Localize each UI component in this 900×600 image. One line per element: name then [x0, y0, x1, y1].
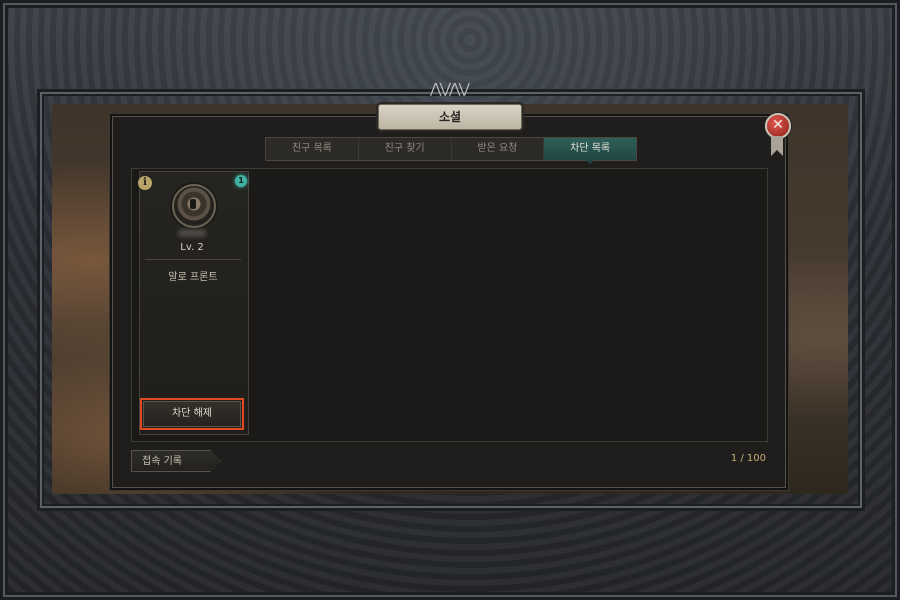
block-list-area: [250, 170, 765, 438]
user-location: 말로 프론트: [168, 272, 218, 283]
close-button[interactable]: ✕: [765, 113, 791, 139]
block-count: 1 / 100: [730, 453, 766, 464]
tab-bar: 친구 목록 친구 찾기 받은 요청 차단 목록: [265, 137, 637, 164]
access-history-button[interactable]: 접속 기록: [131, 450, 221, 472]
card-divider: [145, 259, 241, 260]
tab-received-requests[interactable]: 받은 요청: [452, 138, 545, 160]
user-level: Lv. 2: [180, 242, 204, 253]
avatar-emblem-icon: [190, 199, 196, 209]
dialog-title: 소셜: [378, 104, 522, 130]
blurred-username: [178, 229, 206, 237]
info-icon[interactable]: i: [138, 176, 152, 190]
tab-friend-list[interactable]: 친구 목록: [266, 138, 359, 160]
tab-block-list[interactable]: 차단 목록: [544, 138, 636, 164]
close-icon: ✕: [772, 117, 784, 133]
ornament-icon: ⋀⋁⋀⋁: [430, 81, 470, 97]
unblock-button[interactable]: 차단 해제: [140, 398, 244, 430]
notification-badge: 1: [235, 175, 247, 187]
tab-find-friend[interactable]: 친구 찾기: [359, 138, 452, 160]
